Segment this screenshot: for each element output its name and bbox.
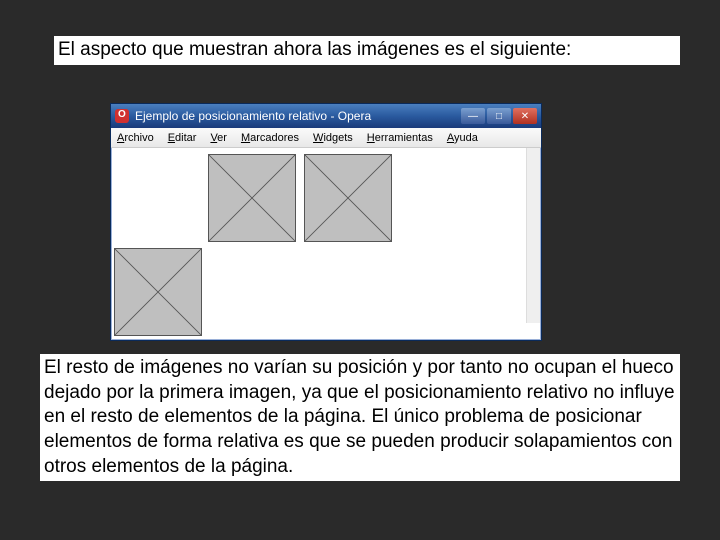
opera-icon [115, 109, 129, 123]
minimize-button[interactable]: — [461, 108, 485, 124]
window-title: Ejemplo de posicionamiento relativo - Op… [135, 109, 461, 123]
close-button[interactable]: ✕ [513, 108, 537, 124]
window-controls: — □ ✕ [461, 108, 537, 124]
intro-text: El aspecto que muestran ahora las imágen… [54, 36, 680, 65]
menu-archivo[interactable]: Archivo [117, 132, 154, 144]
placeholder-image-1 [208, 154, 296, 242]
page-content [111, 148, 541, 340]
placeholder-image-3 [114, 248, 202, 336]
menu-ver[interactable]: Ver [210, 132, 227, 144]
browser-window: Ejemplo de posicionamiento relativo - Op… [110, 103, 542, 341]
paragraph-text: El resto de imágenes no varían su posici… [40, 354, 680, 481]
scrollbar[interactable] [526, 148, 540, 323]
maximize-button[interactable]: □ [487, 108, 511, 124]
titlebar: Ejemplo de posicionamiento relativo - Op… [111, 104, 541, 128]
menubar: Archivo Editar Ver Marcadores Widgets He… [111, 128, 541, 148]
menu-herramientas[interactable]: Herramientas [367, 132, 433, 144]
menu-marcadores[interactable]: Marcadores [241, 132, 299, 144]
placeholder-image-2 [304, 154, 392, 242]
menu-ayuda[interactable]: Ayuda [447, 132, 478, 144]
menu-widgets[interactable]: Widgets [313, 132, 353, 144]
slide: El aspecto que muestran ahora las imágen… [0, 0, 720, 540]
menu-editar[interactable]: Editar [168, 132, 197, 144]
